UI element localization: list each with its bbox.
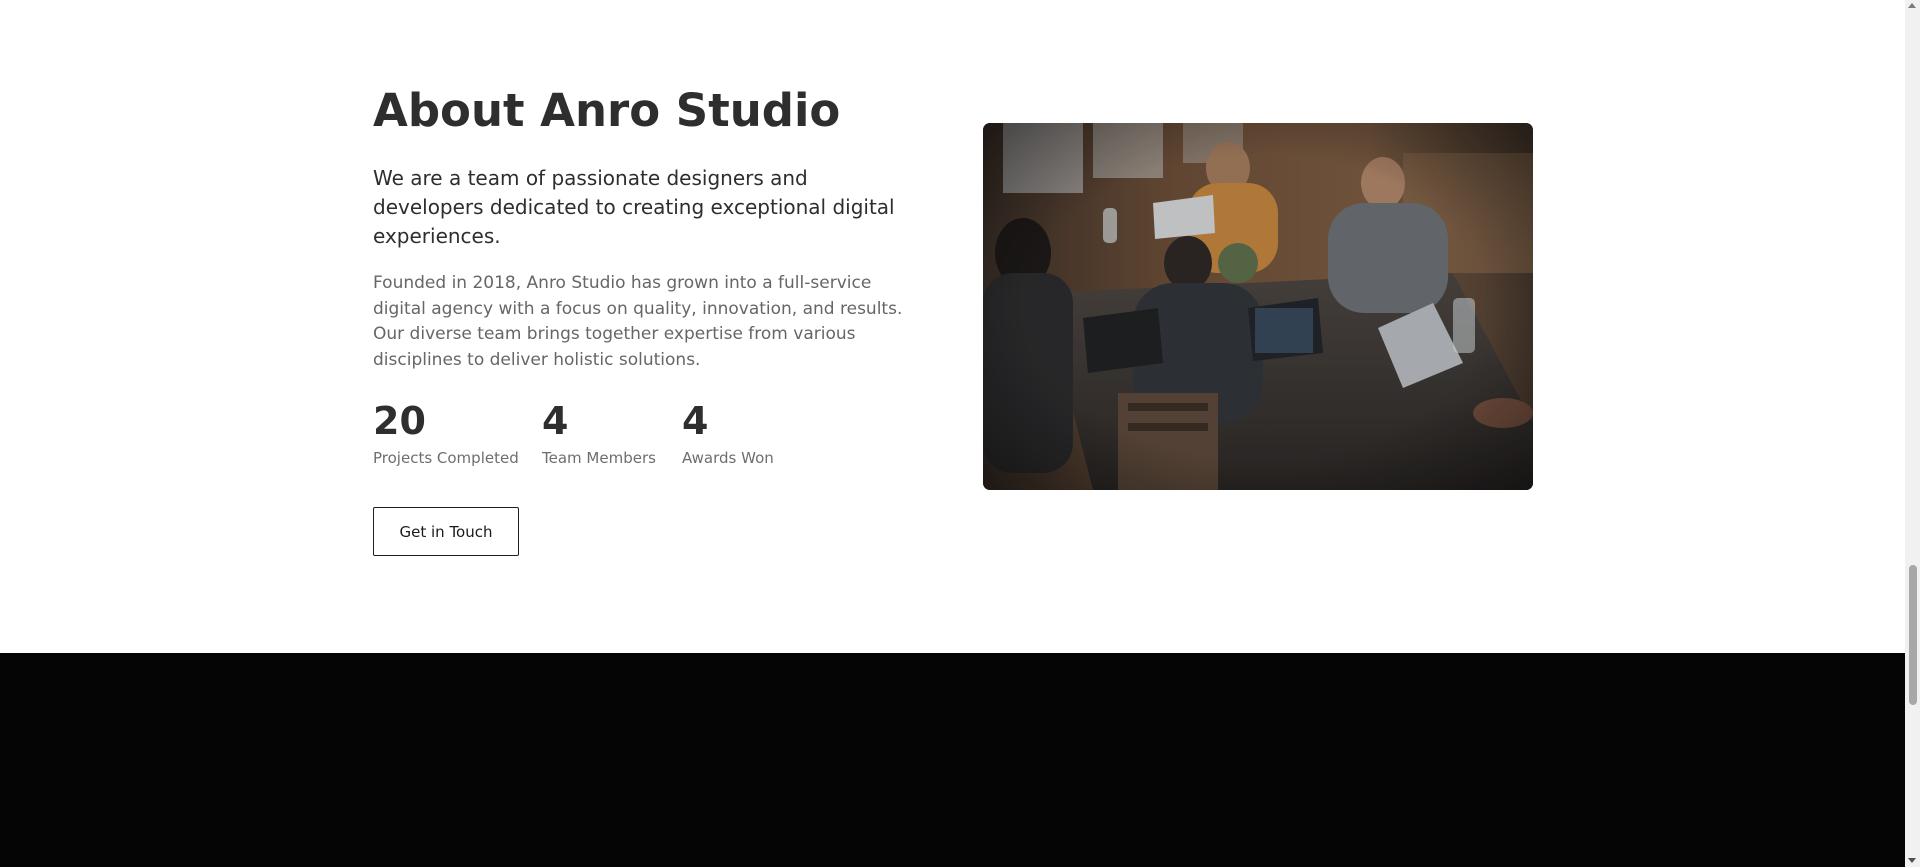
stat-value: 4 [682,399,709,443]
team-photo [983,123,1533,490]
team-photo-illustration [983,123,1533,490]
about-section: About Anro Studio We are a team of passi… [0,0,1905,653]
about-lead: We are a team of passionate designers an… [373,166,895,248]
stat-value: 20 [373,399,426,443]
stat-label: Projects Completed [373,449,519,467]
stat-projects: 20 Projects Completed [373,399,519,468]
stat-label: Awards Won [682,449,774,467]
about-title: About Anro Studio [373,84,841,137]
dark-section [0,653,1905,867]
scroll-down-arrow-icon[interactable] [1908,858,1916,863]
stat-value: 4 [542,399,569,443]
stats-row: 20 Projects Completed 4 Team Members 4 A… [373,401,933,468]
stat-awards: 4 Awards Won [682,401,774,468]
scrollbar-thumb[interactable] [1909,565,1917,705]
get-in-touch-button[interactable]: Get in Touch [373,507,519,556]
stat-label: Team Members [542,449,656,467]
scroll-up-arrow-icon[interactable] [1908,3,1916,8]
about-body: Founded in 2018, Anro Studio has grown i… [373,273,903,370]
stat-team: 4 Team Members [542,399,656,468]
vertical-scrollbar[interactable] [1905,0,1920,867]
about-text-column: About Anro Studio We are a team of passi… [373,80,933,556]
page: About Anro Studio We are a team of passi… [0,0,1905,867]
